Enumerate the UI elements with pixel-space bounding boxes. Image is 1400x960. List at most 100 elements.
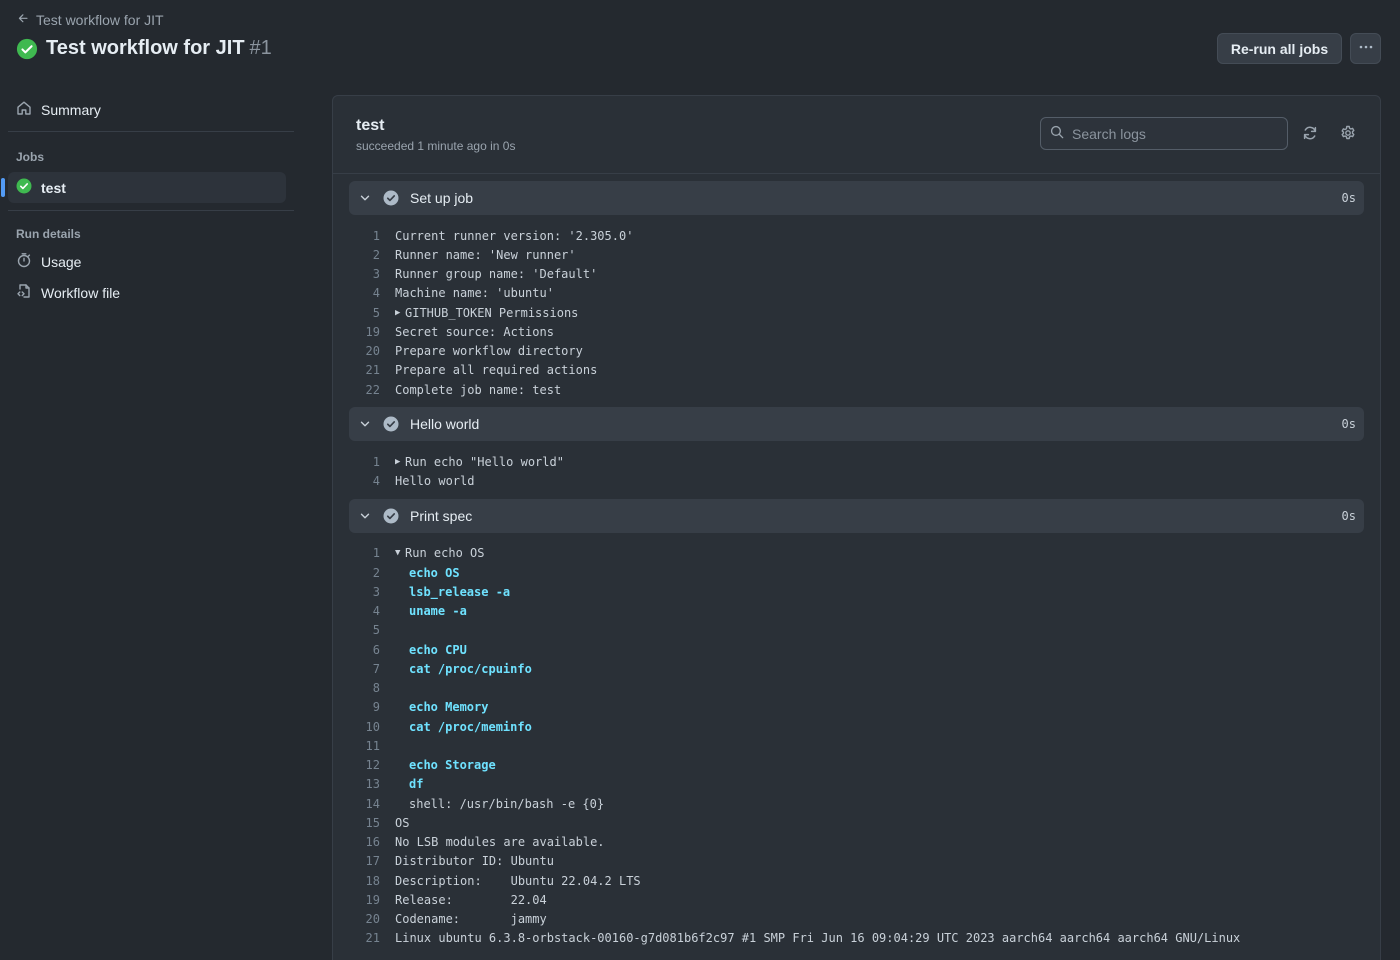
line-number[interactable]: 12 xyxy=(349,758,395,772)
line-number[interactable]: 1 xyxy=(349,229,395,243)
line-number[interactable]: 3 xyxy=(349,267,395,281)
rerun-all-jobs-button[interactable]: Re-run all jobs xyxy=(1217,33,1342,64)
line-number[interactable]: 21 xyxy=(349,931,395,945)
line-number[interactable]: 2 xyxy=(349,248,395,262)
sidebar-item-summary[interactable]: Summary xyxy=(0,94,286,125)
line-number[interactable]: 19 xyxy=(349,325,395,339)
triangle-right-icon: ▶ xyxy=(395,307,401,318)
line-number[interactable]: 20 xyxy=(349,344,395,358)
job-log-panel: test succeeded 1 minute ago in 0s Search… xyxy=(332,95,1381,960)
step-header[interactable]: Set up job 0s xyxy=(349,181,1364,215)
line-number[interactable]: 14 xyxy=(349,797,395,811)
line-number[interactable]: 9 xyxy=(349,700,395,714)
sidebar-item-label: Summary xyxy=(41,101,101,118)
line-number[interactable]: 6 xyxy=(349,643,395,657)
line-number[interactable]: 18 xyxy=(349,874,395,888)
line-number[interactable]: 7 xyxy=(349,662,395,676)
log-line: 16 No LSB modules are available. xyxy=(349,833,1364,852)
line-number[interactable]: 1 xyxy=(349,455,395,469)
line-number[interactable]: 22 xyxy=(349,383,395,397)
sidebar-divider xyxy=(8,210,294,211)
log-text: Current runner version: '2.305.0' xyxy=(395,228,634,243)
step-title: Set up job xyxy=(410,190,474,206)
line-number[interactable]: 17 xyxy=(349,854,395,868)
step-header[interactable]: Hello world 0s xyxy=(349,407,1364,442)
line-number[interactable]: 8 xyxy=(349,681,395,695)
sidebar-item-workflow-file[interactable]: Workflow file xyxy=(0,277,286,308)
line-number[interactable]: 2 xyxy=(349,566,395,580)
log-text: uname -a xyxy=(409,604,467,619)
arrow-left-icon xyxy=(17,12,30,28)
log-line: 13 df xyxy=(349,775,1364,794)
triangle-down-icon: ▼ xyxy=(395,548,401,559)
sidebar-item-usage[interactable]: Usage xyxy=(0,246,286,277)
line-number[interactable]: 11 xyxy=(349,739,395,753)
log-text: Complete job name: test xyxy=(395,382,562,397)
log-text: Runner group name: 'Default' xyxy=(395,267,598,282)
kebab-horizontal-icon xyxy=(1358,39,1374,58)
log-line: 4 uname -a xyxy=(349,602,1364,621)
log-line: 1 Current runner version: '2.305.0' xyxy=(349,226,1364,245)
sidebar-item-label: Usage xyxy=(41,253,82,270)
sidebar-item-job-test[interactable]: test xyxy=(1,172,286,203)
log-step: Print spec 0s 1 ▼ Run echo OS 2 echo OS 3 lsb_… xyxy=(349,498,1364,956)
jobs-heading: Jobs xyxy=(16,150,45,164)
line-number[interactable]: 4 xyxy=(349,286,395,300)
log-text: Linux ubuntu 6.3.8-orbstack-00160-g7d081… xyxy=(395,931,1241,946)
line-number[interactable]: 13 xyxy=(349,777,395,791)
page-title: Test workflow for JIT xyxy=(46,37,245,59)
line-number[interactable]: 5 xyxy=(349,306,395,320)
log-line[interactable]: 1 ▶ Run echo "Hello world" xyxy=(349,452,1364,471)
chevron-down-icon xyxy=(358,417,372,431)
refresh-button[interactable] xyxy=(1302,125,1320,143)
log-step: Set up job 0s 1 Current runner version: '… xyxy=(349,181,1364,407)
log-text: echo Memory xyxy=(409,700,489,715)
line-number[interactable]: 1 xyxy=(349,546,395,560)
log-text: cat /proc/cpuinfo xyxy=(409,661,532,676)
log-text: Machine name: 'ubuntu' xyxy=(395,286,554,301)
log-text: lsb_release -a xyxy=(409,584,511,599)
log-text: echo CPU xyxy=(409,642,467,657)
search-logs-box[interactable] xyxy=(1040,117,1288,150)
sidebar-item-label: Workflow file xyxy=(41,284,121,301)
step-log: 1 ▼ Run echo OS 2 echo OS 3 lsb_release -a 4 una… xyxy=(349,533,1364,956)
line-number[interactable]: 10 xyxy=(349,720,395,734)
log-line: 21 Prepare all required actions xyxy=(349,361,1364,380)
line-number[interactable]: 4 xyxy=(349,474,395,488)
settings-button[interactable] xyxy=(1340,125,1358,143)
line-number[interactable]: 15 xyxy=(349,816,395,830)
sidebar-item-label: test xyxy=(41,179,66,196)
log-text: Secret source: Actions xyxy=(395,324,554,339)
log-line: 2 echo OS xyxy=(349,563,1364,582)
line-number[interactable]: 3 xyxy=(349,585,395,599)
check-circle-fill-icon xyxy=(16,38,38,60)
page-title-row: Test workflow for JIT #1 xyxy=(16,37,272,60)
step-duration: 0s xyxy=(1341,417,1356,432)
line-number[interactable]: 20 xyxy=(349,912,395,926)
line-number[interactable]: 19 xyxy=(349,893,395,907)
log-step: Hello world 0s 1 ▶ Run echo "Hello world" 4… xyxy=(349,407,1364,499)
sidebar-divider xyxy=(8,131,294,132)
job-name: test xyxy=(356,117,385,134)
line-number[interactable]: 4 xyxy=(349,604,395,618)
log-text: OS xyxy=(395,815,410,830)
log-text: Prepare workflow directory xyxy=(395,344,583,359)
check-circle-fill-icon xyxy=(383,416,399,432)
file-code-icon xyxy=(16,283,32,302)
step-header[interactable]: Print spec 0s xyxy=(349,498,1364,533)
sidebar: Summary Jobs test Run details Usage Work… xyxy=(0,94,294,308)
back-link[interactable]: Test workflow for JIT xyxy=(17,12,164,28)
log-text: echo OS xyxy=(409,565,460,580)
line-number[interactable]: 21 xyxy=(349,363,395,377)
log-line: 11 xyxy=(349,736,1364,755)
log-line: 6 echo CPU xyxy=(349,640,1364,659)
log-text: Prepare all required actions xyxy=(395,363,598,378)
log-line: 18 Description: Ubuntu 22.04.2 LTS xyxy=(349,871,1364,890)
log-line: 5 xyxy=(349,621,1364,640)
line-number[interactable]: 16 xyxy=(349,835,395,849)
search-logs-input[interactable] xyxy=(1072,125,1272,142)
line-number[interactable]: 5 xyxy=(349,623,395,637)
more-options-button[interactable] xyxy=(1350,33,1381,64)
log-line[interactable]: 1 ▼ Run echo OS xyxy=(349,544,1364,563)
log-line[interactable]: 5 ▶ GITHUB_TOKEN Permissions xyxy=(349,303,1364,322)
